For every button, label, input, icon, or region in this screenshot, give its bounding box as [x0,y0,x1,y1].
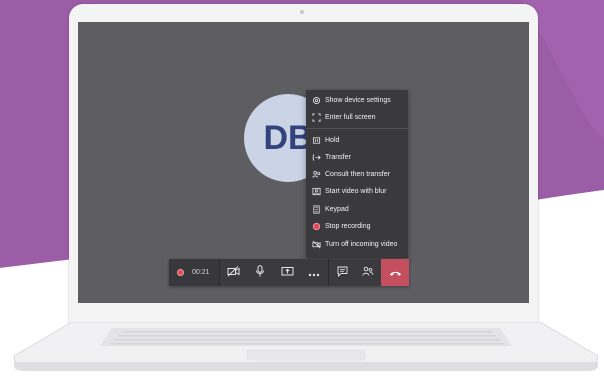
webcam-dot [300,10,304,14]
menu-item-transfer[interactable]: Transfer [306,149,408,165]
menu-item-keypad[interactable]: Keypad [306,201,408,217]
stop-recording-icon [312,222,321,231]
menu-item-hold[interactable]: Hold [306,132,408,148]
menu-item-consult-then-transfer[interactable]: Consult then transfer [306,166,408,182]
transfer-icon [312,153,321,162]
gear-icon [312,96,321,105]
menu-item-label: Enter full screen [325,113,376,121]
menu-item-label: Stop recording [325,222,371,230]
video-off-icon [227,264,240,282]
fullscreen-icon [312,112,321,122]
ellipsis-icon [308,264,320,282]
call-timer: 00:21 [192,269,210,276]
menu-item-label: Show device settings [325,96,391,104]
more-actions-menu: Show device settings Enter full screen H… [306,90,408,258]
toolbar-divider [328,259,329,286]
menu-item-label: Start video with blur [325,187,387,195]
menu-item-show-device-settings[interactable]: Show device settings [306,92,408,108]
recording-timer: 00:21 [169,259,220,286]
menu-item-turn-off-incoming-video[interactable]: Turn off incoming video [306,236,408,252]
microphone-icon [255,264,265,282]
keypad-icon [312,204,321,214]
menu-item-enter-full-screen[interactable]: Enter full screen [306,109,408,125]
hang-up-icon [389,264,402,282]
chat-button[interactable] [330,259,354,286]
menu-divider [306,128,408,129]
chat-icon [337,264,348,282]
laptop-base [13,322,599,371]
menu-item-label: Transfer [325,153,351,161]
hang-up-button[interactable] [381,259,409,286]
menu-item-label: Hold [325,136,340,144]
share-screen-icon [281,264,294,282]
menu-item-start-video-with-blur[interactable]: Start video with blur [306,183,408,199]
consult-transfer-icon [312,170,321,179]
more-actions-button[interactable] [302,259,326,286]
menu-item-label: Consult then transfer [325,170,390,178]
call-toolbar: 00:21 [169,259,409,286]
people-icon [362,264,374,282]
menu-item-label: Keypad [325,205,349,213]
menu-item-stop-recording[interactable]: Stop recording [306,218,408,234]
microphone-button[interactable] [248,259,272,286]
blur-video-icon [312,187,321,196]
video-off-icon [312,240,321,249]
participants-button[interactable] [356,259,380,286]
camera-toggle-button[interactable] [221,259,245,286]
hold-icon [312,136,321,145]
menu-item-label: Turn off incoming video [325,240,398,248]
share-screen-button[interactable] [275,259,299,286]
call-screen: DB Show device settings Enter full scree… [78,22,529,303]
recording-dot-icon [177,269,184,276]
